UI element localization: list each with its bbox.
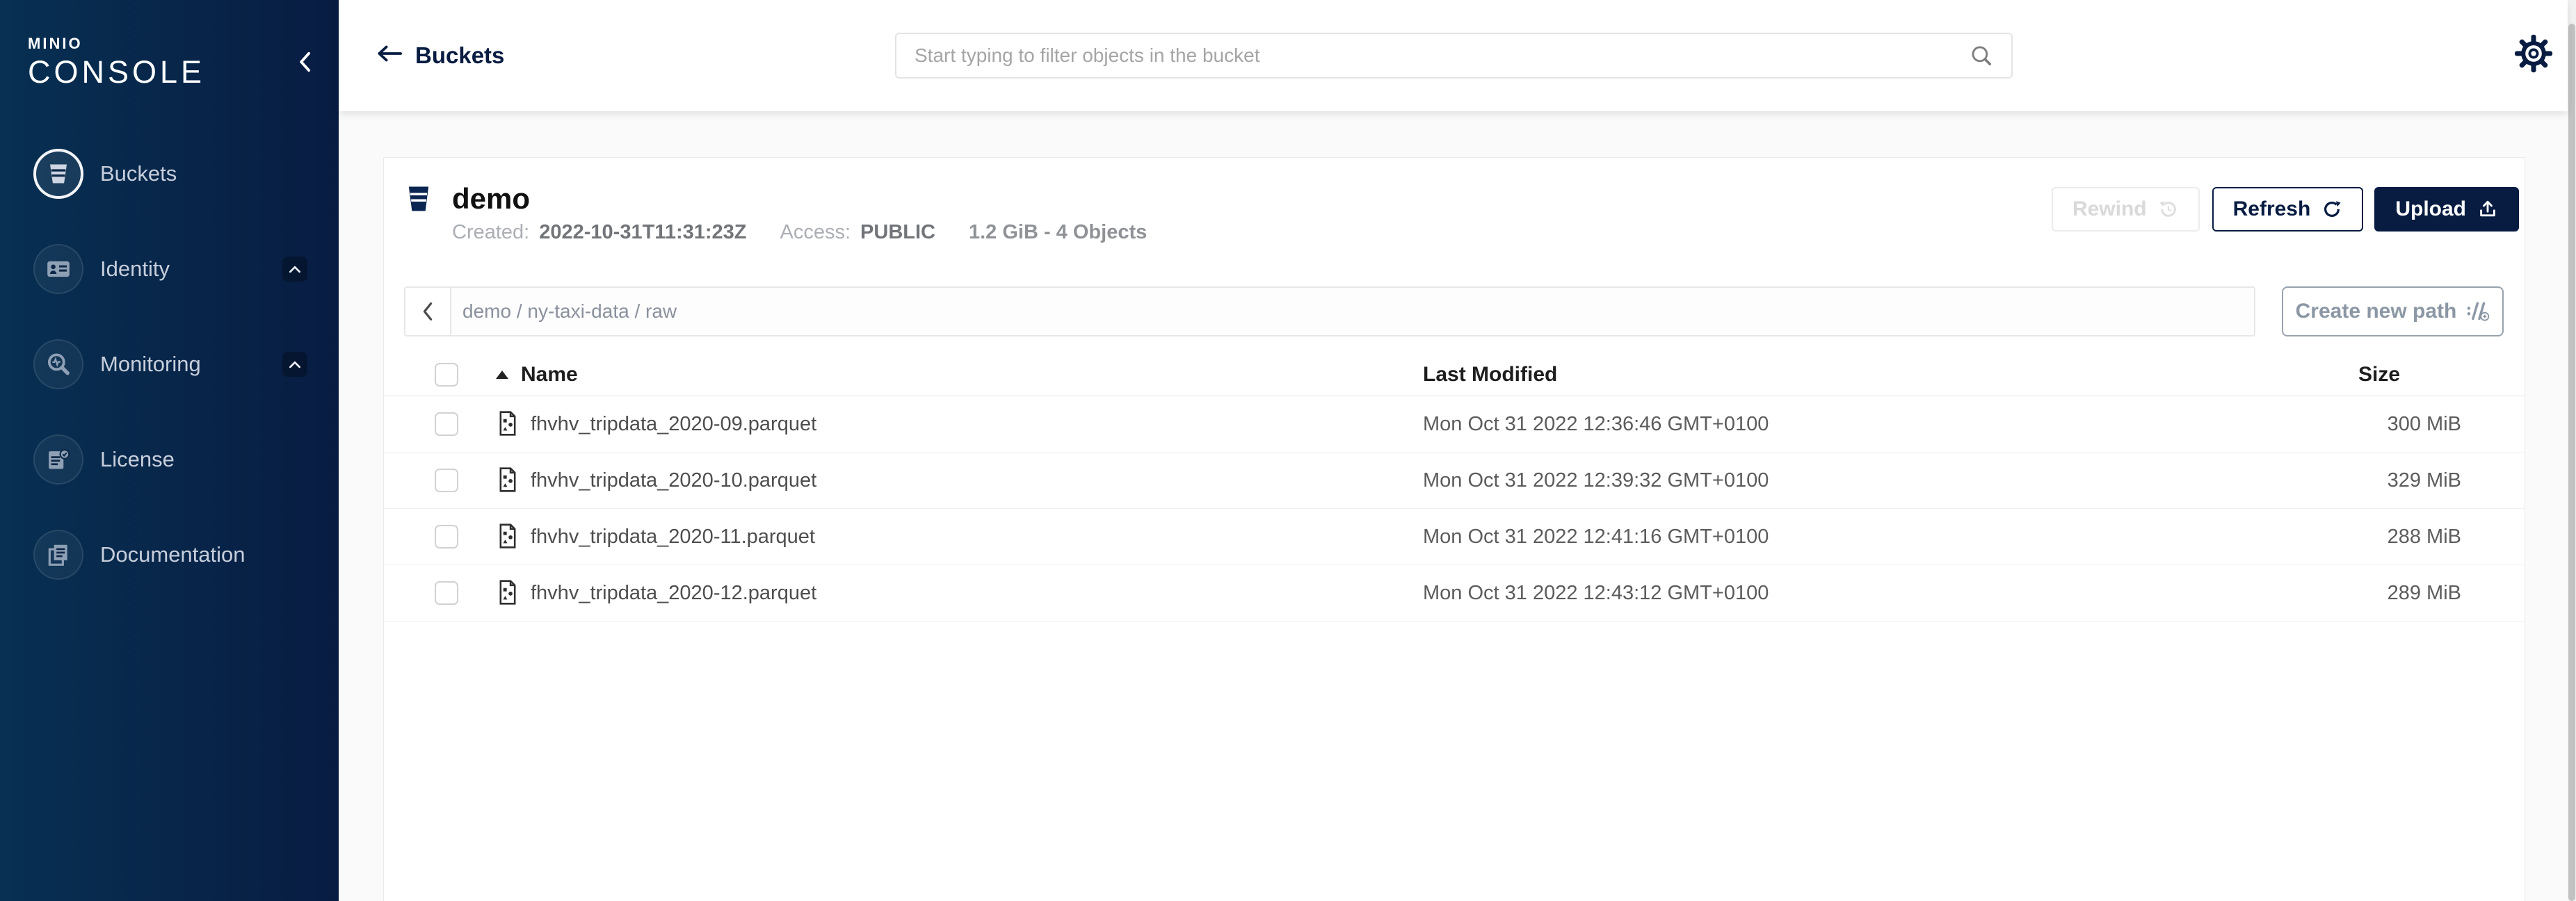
license-icon (33, 435, 83, 485)
bucket-browser-panel: demo Created: 2022-10-31T11:31:23Z Acces… (383, 157, 2525, 901)
scrollbar-thumb[interactable] (2568, 24, 2575, 901)
create-new-path-button[interactable]: Create new path (2282, 286, 2504, 336)
bucket-name: demo (452, 183, 1147, 215)
bucket-icon (33, 149, 83, 199)
minio-console-app: MINIO CONSOLE Buckets (0, 0, 2576, 901)
object-size: 288 MiB (2358, 526, 2526, 549)
chevron-left-icon (296, 50, 314, 74)
object-file-icon (496, 579, 520, 606)
object-name[interactable]: fhvhv_tripdata_2020-10.parquet (531, 469, 816, 492)
table-row[interactable]: fhvhv_tripdata_2020-12.parquet Mon Oct 3… (384, 565, 2525, 622)
vertical-scrollbar[interactable] (2568, 0, 2576, 901)
sidebar-item-label: Documentation (100, 542, 245, 567)
path-bar: demo / ny-taxi-data / raw (404, 286, 2255, 336)
refresh-button[interactable]: Refresh (2212, 187, 2364, 232)
object-file-icon (496, 466, 520, 493)
object-last-modified: Mon Oct 31 2022 12:39:32 GMT+0100 (1423, 469, 2358, 492)
search-input[interactable] (895, 33, 2013, 79)
access-label: Access: (780, 220, 851, 244)
upload-label: Upload (2395, 197, 2466, 221)
object-file-icon (496, 523, 520, 549)
sort-ascending-icon[interactable] (496, 371, 508, 379)
path-back-button[interactable] (405, 288, 451, 335)
sidebar-item-monitoring[interactable]: Monitoring (0, 316, 339, 412)
object-name[interactable]: fhvhv_tripdata_2020-12.parquet (531, 582, 816, 605)
access-value: PUBLIC (860, 220, 935, 244)
created-label: Created: (452, 220, 529, 244)
select-all-checkbox[interactable] (435, 363, 458, 387)
chevron-up-icon[interactable] (282, 257, 307, 282)
chevron-up-icon[interactable] (282, 352, 307, 377)
row-checkbox[interactable] (435, 412, 458, 436)
minio-logo: MINIO CONSOLE (28, 35, 205, 90)
table-row[interactable]: fhvhv_tripdata_2020-09.parquet Mon Oct 3… (384, 396, 2525, 453)
gear-icon (2513, 33, 2554, 74)
sidebar-item-license[interactable]: License (0, 412, 339, 507)
object-size: 300 MiB (2358, 413, 2526, 436)
breadcrumb[interactable]: demo / ny-taxi-data / raw (451, 288, 2254, 335)
created-value: 2022-10-31T11:31:23Z (539, 220, 746, 244)
table-header-row: Name Last Modified Size (384, 354, 2525, 396)
page-title: Buckets (415, 0, 504, 111)
object-size: 289 MiB (2358, 582, 2526, 605)
object-name[interactable]: fhvhv_tripdata_2020-11.parquet (531, 526, 815, 549)
bucket-info: demo Created: 2022-10-31T11:31:23Z Acces… (452, 183, 1147, 244)
sidebar-item-label: License (100, 447, 175, 472)
table-row[interactable]: fhvhv_tripdata_2020-10.parquet Mon Oct 3… (384, 453, 2525, 509)
sidebar-item-buckets[interactable]: Buckets (0, 126, 339, 221)
column-header-last-modified[interactable]: Last Modified (1423, 363, 2358, 387)
path-add-icon (2466, 300, 2490, 323)
row-checkbox[interactable] (435, 469, 458, 492)
chevron-left-icon (420, 300, 435, 323)
row-checkbox[interactable] (435, 525, 458, 549)
bucket-icon (405, 184, 433, 244)
arrow-left-icon (376, 43, 403, 64)
object-file-icon (496, 410, 520, 437)
upload-button[interactable]: Upload (2374, 187, 2519, 232)
object-last-modified: Mon Oct 31 2022 12:36:46 GMT+0100 (1423, 413, 2358, 436)
sidebar-nav: Buckets Identity (0, 126, 339, 602)
bucket-usage: 1.2 GiB - 4 Objects (969, 220, 1147, 244)
back-button[interactable] (376, 43, 403, 64)
object-last-modified: Mon Oct 31 2022 12:43:12 GMT+0100 (1423, 582, 2358, 605)
sidebar-item-documentation[interactable]: Documentation (0, 507, 339, 602)
object-size: 329 MiB (2358, 469, 2526, 492)
rewind-button: Rewind (2052, 187, 2200, 232)
refresh-icon (2321, 199, 2342, 220)
sidebar-item-label: Monitoring (100, 352, 201, 377)
sidebar-collapse-button[interactable] (296, 50, 314, 74)
rewind-label: Rewind (2072, 197, 2147, 221)
bucket-actions: Rewind Refresh (2052, 187, 2519, 232)
documentation-icon (33, 530, 83, 580)
column-header-size[interactable]: Size (2358, 363, 2526, 387)
object-filter-search (895, 33, 2013, 79)
sidebar: MINIO CONSOLE Buckets (0, 0, 339, 901)
objects-table: Name Last Modified Size (384, 354, 2525, 622)
sidebar-item-label: Identity (100, 257, 170, 282)
create-path-label: Create new path (2296, 300, 2457, 323)
settings-button[interactable] (2513, 33, 2554, 74)
minio-wordmark: MINIO (28, 35, 205, 53)
upload-tray-icon (2477, 199, 2498, 220)
monitoring-icon (33, 339, 83, 389)
object-last-modified: Mon Oct 31 2022 12:41:16 GMT+0100 (1423, 526, 2358, 549)
bucket-meta: Created: 2022-10-31T11:31:23Z Access: PU… (452, 220, 1147, 244)
bucket-summary: demo Created: 2022-10-31T11:31:23Z Acces… (405, 183, 1147, 244)
bucket-header: demo Created: 2022-10-31T11:31:23Z Acces… (405, 183, 2519, 244)
sidebar-item-label: Buckets (100, 161, 177, 186)
table-row[interactable]: fhvhv_tripdata_2020-11.parquet Mon Oct 3… (384, 509, 2525, 565)
sidebar-item-identity[interactable]: Identity (0, 221, 339, 316)
column-header-name[interactable]: Name (521, 363, 578, 387)
refresh-label: Refresh (2233, 197, 2311, 221)
history-rewind-icon (2158, 199, 2179, 220)
identity-card-icon (33, 244, 83, 294)
row-checkbox[interactable] (435, 581, 458, 605)
magnifier-icon (1970, 44, 1993, 67)
topbar: Buckets (339, 0, 2568, 111)
object-name[interactable]: fhvhv_tripdata_2020-09.parquet (531, 413, 816, 436)
console-wordmark: CONSOLE (28, 54, 205, 90)
